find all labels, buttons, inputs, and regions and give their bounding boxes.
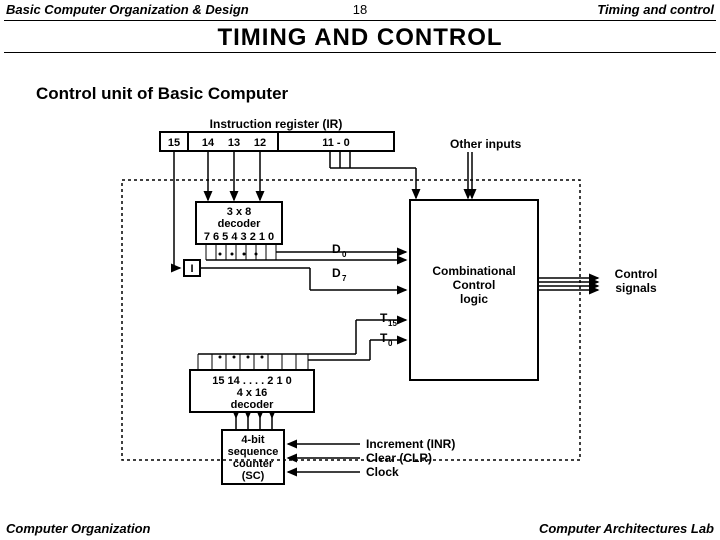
dec416-t: 4 x 16 [237,387,268,399]
i-label: I [190,263,193,275]
t15-sub: 15 [388,319,397,328]
t-lines [198,354,308,370]
ctrlsig-l1: Control [615,267,658,281]
comb-l3: logic [460,292,488,306]
t15-label: T [380,311,388,325]
ir-bit15: 15 [168,137,180,149]
dec416-m: decoder [231,399,275,411]
sc-l4: (SC) [242,470,265,482]
ctrlsig-l2: signals [615,281,657,295]
diagram-svg: Instruction register (IR) 15 14 13 12 11… [0,0,720,540]
ir-bit12: 12 [254,137,266,149]
d0-label: D [332,242,341,256]
sc-in1: Increment (INR) [366,437,455,451]
sc-l1: 4-bit [241,434,265,446]
sc-l3: counter [233,458,274,470]
ir-label: Instruction register (IR) [210,117,343,131]
sc-in3: Clock [366,465,399,479]
dec38-bits: 7 6 5 4 3 2 1 0 [204,231,274,243]
sc-in2: Clear (CLR) [366,451,432,465]
d-lines [206,244,276,260]
ir-bit14: 14 [202,137,215,149]
ir-range: 11 - 0 [322,137,350,149]
d7-label: D [332,266,341,280]
ir-bit13: 13 [228,137,240,149]
sc-l2: sequence [228,446,279,458]
d7-sub: 7 [342,274,347,283]
d0-sub: 0 [342,250,347,259]
other-inputs-label: Other inputs [450,137,522,151]
t0-label: T [380,331,388,345]
dec38-title: 3 x 8 [227,206,251,218]
t0-sub: 0 [388,339,393,348]
dec416-bits: 15 14 . . . . 2 1 0 [212,375,292,387]
comb-l1: Combinational [432,264,515,278]
comb-l2: Control [453,278,496,292]
dec38-sub: decoder [218,218,262,230]
